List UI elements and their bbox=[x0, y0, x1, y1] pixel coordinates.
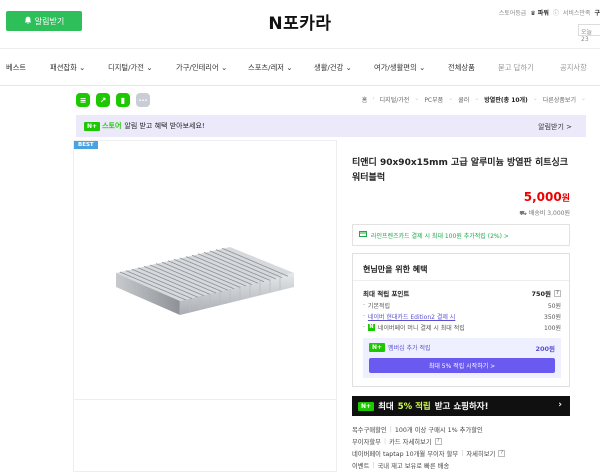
info-icon[interactable]: ⓘ bbox=[553, 8, 559, 17]
nav-item-fashion[interactable]: 패션잡화 ⌄ bbox=[50, 63, 85, 73]
util-service: 서비스만족 bbox=[562, 10, 591, 17]
promo-highlight: 5% 적립 bbox=[397, 402, 431, 412]
promo-prefix: 최대 bbox=[378, 402, 394, 412]
max-points-row: 최대 적립 포인트 750원? bbox=[363, 288, 561, 298]
nav-item-living[interactable]: 생활/건강 ⌄ bbox=[314, 63, 352, 73]
membership-points: 200원 bbox=[535, 345, 555, 353]
nav-item-best[interactable]: 베스트 bbox=[6, 63, 26, 73]
crumb-digital[interactable]: 디지털/가전 bbox=[380, 95, 410, 104]
image-divider bbox=[74, 399, 336, 400]
benefit-row-card[interactable]: · 네이버 현대카드 Edition2 결제 시 350원 bbox=[363, 312, 561, 321]
category-nav: 베스트 패션잡화 ⌄ 디지털/가전 ⌄ 가구/인테리어 ⌄ 스포츠/레저 ⌄ 생… bbox=[0, 48, 600, 86]
banner-alarm-link[interactable]: 알림받기 > bbox=[538, 122, 572, 132]
nav-item-leisure[interactable]: 여가/생활편의 ⌄ bbox=[374, 63, 425, 73]
help-icon[interactable]: ? bbox=[498, 450, 506, 457]
product-price: 5,000원 bbox=[523, 190, 570, 204]
crumb-heatsink[interactable]: 방열판(총 10개) bbox=[484, 95, 528, 104]
benefit-divider bbox=[353, 280, 569, 281]
card-icon bbox=[359, 231, 367, 239]
info-row-event: 이벤트 | 국내 재고 보유로 빠른 배송 bbox=[352, 462, 450, 470]
share-icon[interactable]: ↗ bbox=[96, 93, 110, 107]
benefit-row-npay: · N 네이버페이 머니 결제 시 최대 적립 100원 bbox=[363, 324, 561, 332]
membership-box: N+ 멤버십 추가 적립 200원 최대 5% 적립 시작하기 > bbox=[363, 338, 561, 378]
store-util-bar: 스토어등급 ♛ 파워 ⓘ 서비스만족 구 bbox=[499, 8, 600, 17]
nav-item-notice[interactable]: 공지사항 bbox=[560, 63, 587, 73]
npay-icon: N bbox=[367, 324, 375, 331]
nav-item-sports[interactable]: 스포츠/레저 ⌄ bbox=[248, 63, 292, 73]
bookmark-icon[interactable]: ▮ bbox=[116, 93, 130, 107]
nplus-badge: N+ bbox=[84, 121, 101, 131]
nplus-badge: N+ bbox=[358, 401, 375, 411]
card-promo[interactable]: 라인프렌즈카드 결제 시 최대 100원 추가적립 (2%) > bbox=[352, 224, 570, 246]
best-badge: BEST bbox=[74, 141, 98, 149]
crumb-other[interactable]: 다른상품보기 bbox=[543, 95, 576, 104]
breadcrumb: 홈 › 디지털/가전 ⌄ PC부품 ⌄ 쿨러 ⌄ 방열판(총 10개) ⌄ 다른상품보기 ⌄ bbox=[361, 95, 586, 104]
benefit-row-basic: · 기본적립 50원 bbox=[363, 302, 561, 310]
help-icon[interactable]: ? bbox=[434, 438, 442, 445]
chevron-right-icon: › bbox=[558, 400, 562, 410]
util-power[interactable]: ♛ 파워 bbox=[530, 8, 549, 17]
nplus-badge: N+ bbox=[369, 343, 386, 352]
store-word: 스토어 bbox=[102, 122, 122, 130]
nav-item-all[interactable]: 전체상품 bbox=[448, 63, 475, 73]
nav-item-digital[interactable]: 디지털/가전 ⌄ bbox=[108, 63, 152, 73]
card-promo-text: 라인프렌즈카드 결제 시 최대 100원 추가적립 (2%) > bbox=[371, 232, 509, 240]
benefit-title: 현님만을 위한 혜택 bbox=[363, 265, 428, 274]
crumb-pc[interactable]: PC부품 bbox=[424, 95, 443, 104]
nav-item-qna[interactable]: 묻고 답하기 bbox=[498, 63, 534, 73]
info-row-taptap[interactable]: 네이버페이 taptap 10개월 무이자 할부 | 자세히보기? bbox=[352, 449, 506, 458]
membership-promo-banner[interactable]: N+ 최대 5% 적립 받고 쇼핑하자! › bbox=[352, 396, 570, 416]
crumb-home[interactable]: 홈 bbox=[362, 95, 368, 104]
more-icon[interactable]: ··· bbox=[136, 93, 150, 107]
info-row-installment[interactable]: 무이자할부 | 카드 자세히보기? bbox=[352, 437, 442, 446]
crumb-cooler[interactable]: 쿨러 bbox=[458, 95, 469, 104]
shipping-fee: ⛟ 배송비 3,000원 bbox=[519, 210, 570, 217]
truck-icon: ⛟ bbox=[519, 210, 527, 217]
benefit-box: 현님만을 위한 혜택 최대 적립 포인트 750원? · 기본적립 50원 · … bbox=[352, 253, 570, 387]
membership-start-button[interactable]: 최대 5% 적립 시작하기 > bbox=[369, 358, 555, 373]
top-header: 알림받기 N포카라 스토어등급 ♛ 파워 ⓘ 서비스만족 구 오늘 23 bbox=[0, 0, 600, 48]
talktalk-icon[interactable]: ≡ bbox=[76, 93, 90, 107]
help-icon[interactable]: ? bbox=[554, 289, 561, 297]
alarm-banner[interactable]: N+ 스토어 알림 받고 혜택 받아보세요! 알림받기 > bbox=[76, 115, 586, 137]
product-image-area: BEST bbox=[73, 140, 337, 472]
nav-item-furniture[interactable]: 가구/인테리어 ⌄ bbox=[176, 63, 227, 73]
promo-suffix: 받고 쇼핑하자! bbox=[434, 402, 489, 412]
util-more: 구 bbox=[594, 10, 600, 17]
heatsink-image[interactable] bbox=[110, 239, 300, 321]
membership-label: N+ 멤버십 추가 적립 bbox=[369, 343, 431, 352]
info-row-discount: 복수구매할인 | 100개 이상 구매시 1% 추가할인 bbox=[352, 426, 483, 434]
product-title: 티앤디 90x90x15mm 고급 알루미늄 방열판 히트싱크 워터블럭 bbox=[352, 158, 569, 183]
today-visitors: 오늘 23 bbox=[578, 24, 600, 43]
banner-text: 알림 받고 혜택 받아보세요! bbox=[124, 122, 205, 130]
util-grade: 스토어등급 bbox=[498, 10, 527, 17]
